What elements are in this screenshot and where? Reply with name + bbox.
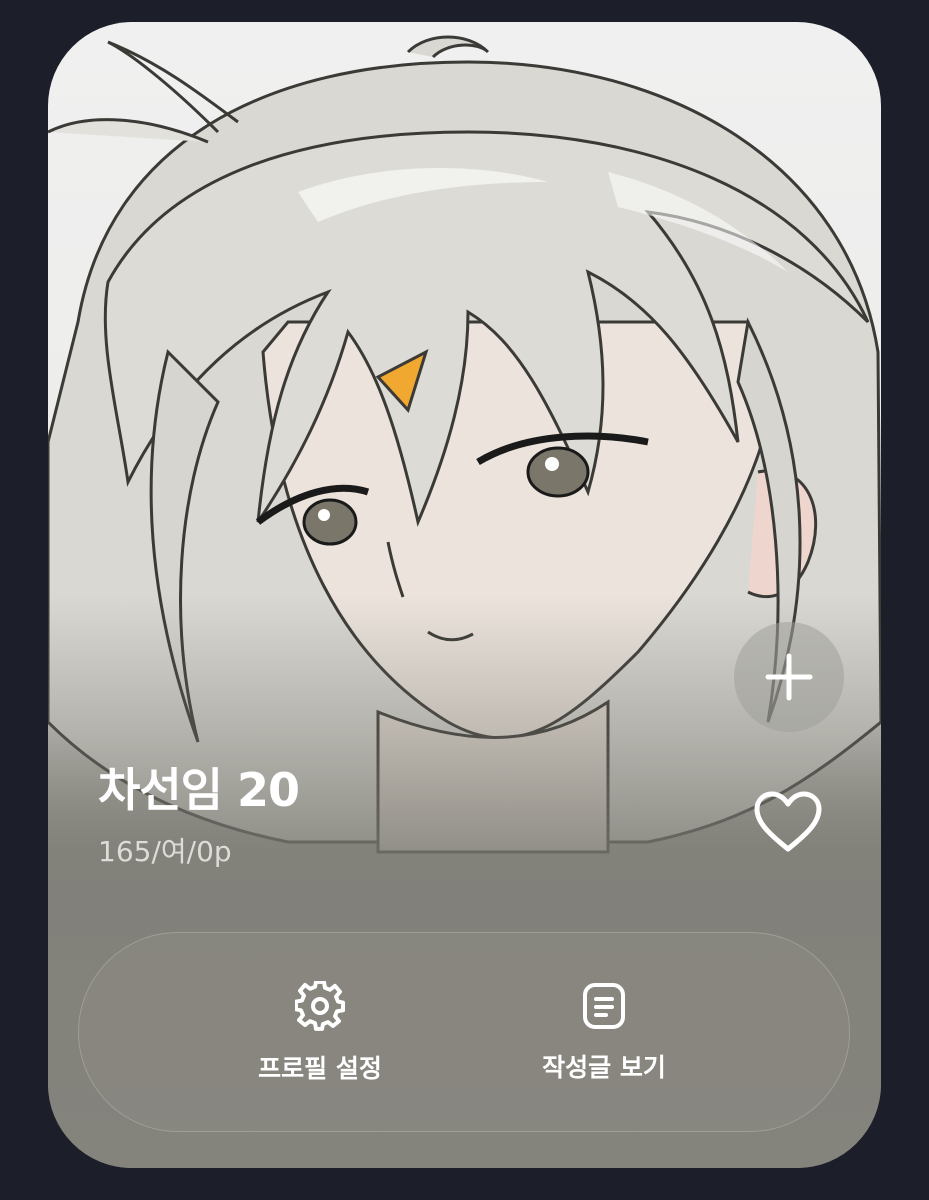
profile-name: 차선임 20	[98, 763, 300, 817]
document-icon	[583, 983, 625, 1029]
plus-icon	[765, 653, 813, 701]
view-posts-button[interactable]: 작성글 보기	[484, 933, 724, 1133]
heart-icon	[754, 791, 822, 852]
profile-meta: 165/여/0p	[98, 835, 232, 868]
gear-icon	[295, 981, 345, 1031]
like-button[interactable]	[748, 784, 828, 860]
profile-settings-label: 프로필 설정	[258, 1054, 382, 1083]
profile-settings-button[interactable]: 프로필 설정	[200, 933, 440, 1133]
add-button[interactable]	[734, 622, 844, 732]
view-posts-label: 작성글 보기	[542, 1053, 666, 1082]
profile-card: 차선임 20 165/여/0p 프로필 설정 작성글 보기	[48, 22, 881, 1168]
action-bar: 프로필 설정 작성글 보기	[78, 932, 850, 1132]
